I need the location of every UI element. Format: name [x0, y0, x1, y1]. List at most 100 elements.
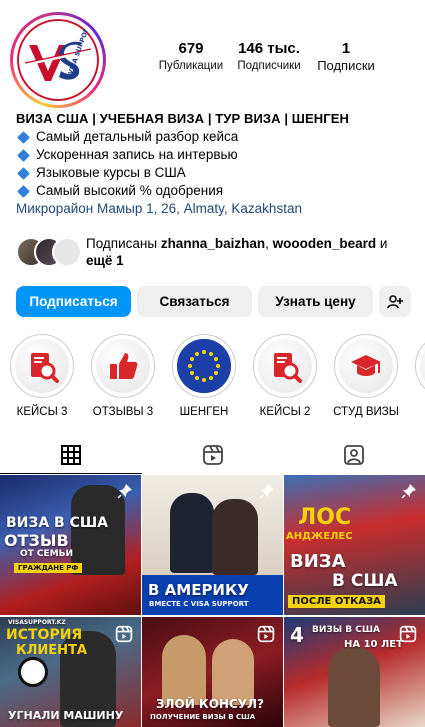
- blue-diamond-icon: [17, 184, 30, 198]
- post-person-figure: [212, 639, 254, 705]
- post-caption: ПОСЛЕ ОТКАЗА: [288, 595, 385, 608]
- post-person-figure: [170, 493, 214, 573]
- blue-diamond-icon: [17, 166, 30, 180]
- post-caption: АНДЖЕЛЕС: [286, 531, 353, 542]
- graduation-cap-icon: [351, 355, 381, 376]
- thumbs-up-icon: [110, 353, 138, 379]
- highlight-item[interactable]: СТУД ВИЗЫ: [333, 334, 399, 420]
- stat-following-value: 1: [341, 40, 351, 57]
- post-caption: ОТЗЫВ: [4, 531, 69, 550]
- bio-line-text: Ускоренная запись на интервью: [36, 147, 238, 162]
- post-caption: 4: [290, 623, 304, 647]
- tab-posts-grid[interactable]: [0, 437, 142, 474]
- suggest-users-button[interactable]: [379, 286, 411, 317]
- followed-by-text: Подписаны zhanna_baizhan, woooden_beard …: [86, 236, 388, 268]
- stat-followers-label: Подписчики: [237, 60, 301, 72]
- post-tile[interactable]: ВИЗА В США ОТЗЫВ ОТ СЕМЬИ ГРАЖДАНЕ РФ: [0, 475, 141, 615]
- post-caption: ОТ СЕМЬИ: [20, 549, 74, 559]
- stat-posts-value: 679: [178, 40, 204, 57]
- location-link[interactable]: Микрорайон Мамыр 1, 26, Almaty, Kazakhst…: [16, 200, 416, 218]
- post-person-figure: [328, 647, 380, 727]
- post-tile[interactable]: ЛОС АНДЖЕЛЕС ВИЗА В США ПОСЛЕ ОТКАЗА: [284, 475, 425, 615]
- highlight-label: ОТЗЫВЫ 3: [92, 406, 154, 418]
- followed-by[interactable]: Подписаны zhanna_baizhan, woooden_beard …: [16, 234, 416, 270]
- highlight-item[interactable]: С: [415, 334, 425, 420]
- visa-support-logo: VISA SUPPORT: [17, 19, 99, 101]
- highlight-label: ШЕНГЕН: [179, 406, 229, 418]
- reels-icon: [202, 445, 223, 465]
- post-person-figure: [162, 635, 206, 705]
- contact-button[interactable]: Связаться: [137, 286, 252, 317]
- pin-icon: [117, 484, 132, 499]
- tagged-person-icon: [344, 445, 365, 465]
- stat-following[interactable]: 1 Подписки: [306, 40, 386, 84]
- post-caption: ЗЛОЙ КОНСУЛ?: [156, 697, 264, 711]
- post-caption: ИСТОРИЯ: [6, 627, 83, 643]
- bio-line-text: Самый высокий % одобрения: [36, 183, 224, 198]
- avatar: [52, 237, 82, 267]
- stat-followers[interactable]: 146 тыс. Подписчики: [232, 40, 306, 84]
- grid-icon: [60, 445, 81, 465]
- post-caption: ВИЗА: [290, 551, 346, 572]
- post-tile[interactable]: В АМЕРИКУ ВМЕСТЕ С VISA SUPPORT: [142, 475, 283, 615]
- stat-following-label: Подписки: [317, 58, 375, 73]
- case-magnifier-icon: [31, 353, 59, 383]
- highlight-item[interactable]: КЕЙСЫ 3: [10, 334, 74, 420]
- post-person-figure: [212, 499, 258, 575]
- post-tile[interactable]: VISASUPPORT.KZ ИСТОРИЯ КЛИЕНТА УГНАЛИ МА…: [0, 617, 141, 727]
- reel-icon: [399, 625, 417, 643]
- tab-reels[interactable]: [142, 437, 284, 473]
- profile-name: ВИЗА США | УЧЕБНАЯ ВИЗА | ТУР ВИЗА | ШЕН…: [16, 111, 349, 126]
- highlight-label: КЕЙСЫ 3: [16, 406, 68, 418]
- bio-line-text: Самый детальный разбор кейса: [36, 129, 239, 144]
- post-caption: ЛОС: [298, 505, 352, 530]
- post-caption: ВИЗЫ В США: [312, 625, 380, 635]
- follow-button[interactable]: Подписаться: [16, 286, 131, 317]
- profile-tabs: [0, 437, 425, 474]
- posts-grid: ВИЗА В США ОТЗЫВ ОТ СЕМЬИ ГРАЖДАНЕ РФ В …: [0, 475, 425, 727]
- reel-icon: [115, 625, 133, 643]
- profile-bio: ВИЗА США | УЧЕБНАЯ ВИЗА | ТУР ВИЗА | ШЕН…: [16, 110, 416, 218]
- add-person-icon: [387, 294, 403, 308]
- profile-avatar[interactable]: VISA SUPPORT: [10, 12, 106, 108]
- post-tile[interactable]: ЗЛОЙ КОНСУЛ? ПОЛУЧЕНИЕ ВИЗЫ В США: [142, 617, 283, 727]
- bio-line: Самый высокий % одобрения: [16, 182, 416, 200]
- case-magnifier-icon: [274, 353, 302, 383]
- blue-diamond-icon: [17, 148, 30, 162]
- stat-followers-value: 146 тыс.: [238, 40, 300, 57]
- stat-posts[interactable]: 679 Публикации: [150, 40, 232, 84]
- price-button[interactable]: Узнать цену: [258, 286, 373, 317]
- profile-stats: 679 Публикации 146 тыс. Подписчики 1 Под…: [150, 40, 390, 84]
- blue-diamond-icon: [17, 130, 30, 144]
- post-caption: VISASUPPORT.KZ: [8, 619, 66, 626]
- highlight-item[interactable]: КЕЙСЫ 2: [253, 334, 317, 420]
- pin-icon: [259, 484, 274, 499]
- pin-icon: [401, 484, 416, 499]
- highlight-label: СТУД ВИЗЫ: [333, 406, 399, 418]
- profile-header: VISA SUPPORT 679 Публикации 146 тыс. Под…: [0, 0, 425, 110]
- bio-line: Самый детальный разбор кейса: [16, 128, 416, 146]
- reel-icon: [257, 625, 275, 643]
- post-caption: НА 10 ЛЕТ: [344, 639, 403, 650]
- highlight-item[interactable]: ШЕНГЕН: [172, 334, 236, 420]
- post-caption: УГНАЛИ МАШИНУ: [8, 709, 124, 722]
- follower-avatars: [16, 237, 82, 267]
- post-caption: ВМЕСТЕ С VISA SUPPORT: [149, 600, 249, 608]
- post-caption: В АМЕРИКУ: [148, 581, 249, 599]
- bio-line: Языковые курсы в США: [16, 164, 416, 182]
- stat-posts-label: Публикации: [158, 60, 224, 72]
- highlight-item[interactable]: ОТЗЫВЫ 3: [91, 334, 155, 420]
- profile-actions: Подписаться Связаться Узнать цену: [16, 286, 416, 317]
- bio-line-text: Языковые курсы в США: [36, 165, 186, 180]
- post-caption: ВИЗА В США: [6, 515, 108, 531]
- tab-tagged[interactable]: [283, 437, 425, 473]
- eye-emoji-icon: [18, 657, 48, 687]
- post-caption: КЛИЕНТА: [16, 643, 87, 658]
- eu-flag-icon: [177, 339, 231, 393]
- post-tile[interactable]: 4 ВИЗЫ В США НА 10 ЛЕТ: [284, 617, 425, 727]
- bio-line: Ускоренная запись на интервью: [16, 146, 416, 164]
- highlight-label: КЕЙСЫ 2: [259, 406, 311, 418]
- post-caption: ПОЛУЧЕНИЕ ВИЗЫ В США: [150, 713, 256, 721]
- post-caption: В США: [332, 571, 398, 591]
- story-highlights: КЕЙСЫ 3 ОТЗЫВЫ 3 ШЕНГЕН КЕЙСЫ 2 СТУД ВИЗ…: [10, 334, 425, 420]
